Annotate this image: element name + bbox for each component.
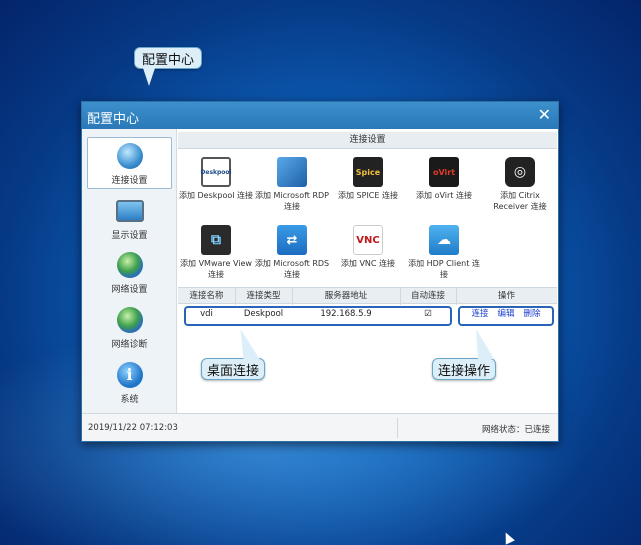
- tile-label: 添加 HDP Client 连接: [408, 259, 480, 279]
- window-titlebar[interactable]: 配置中心 ✕: [82, 102, 558, 129]
- tile-label: 添加 Deskpool 连接: [178, 191, 254, 200]
- tile-label: 添加 SPICE 连接: [338, 191, 398, 200]
- network-status: 网络状态：已连接: [481, 425, 550, 435]
- microsoft-rdp-icon: [277, 157, 307, 187]
- sidebar-item-label: 显示设置: [111, 231, 148, 241]
- tile-add-vmware-view[interactable]: ⧉ 添加 VMware View 连接: [178, 225, 254, 289]
- col-header-address: 服务器地址: [324, 291, 368, 301]
- microsoft-rds-icon: ⇄: [277, 225, 307, 255]
- col-header-actions: 操作: [497, 291, 515, 301]
- callout-connection-actions: 连接操作: [432, 329, 496, 380]
- callout-connection-actions-label: 连接操作: [437, 363, 490, 379]
- tile-add-deskpool[interactable]: Deskpool 添加 Deskpool 连接: [178, 157, 254, 221]
- tile-label: 添加 oVirt 连接: [416, 191, 472, 200]
- window-title: 配置中心: [87, 112, 140, 127]
- tile-label: 添加 VNC 连接: [340, 259, 396, 268]
- sidebar-item-connection-settings[interactable]: 连接设置: [87, 137, 172, 189]
- config-center-window: 配置中心 ✕ 连接设置 显示设置 网络设置 网络诊断 i 系统 连接设置 Des…: [81, 101, 559, 442]
- col-header-type: 连接类型: [246, 291, 281, 301]
- cell-type: Deskpool: [243, 309, 284, 319]
- spice-icon: Spice: [353, 157, 383, 187]
- deskpool-icon: Deskpool: [200, 157, 232, 187]
- section-title: 连接设置: [178, 132, 557, 149]
- auto-connect-checkbox[interactable]: ☑: [400, 306, 456, 323]
- action-delete-link[interactable]: 删除: [520, 306, 544, 323]
- table-row[interactable]: vdi Deskpool 192.168.5.9 ☑ 连接 编辑 删除: [178, 306, 557, 324]
- col-header-auto-connect: 自动连接: [410, 291, 445, 301]
- tile-label: 添加 Microsoft RDP 连接: [254, 191, 330, 211]
- action-edit-link[interactable]: 编辑: [494, 306, 518, 323]
- action-connect-link[interactable]: 连接: [468, 306, 492, 323]
- sidebar: 连接设置 显示设置 网络设置 网络诊断 i 系统: [82, 129, 177, 413]
- status-divider: [397, 418, 398, 438]
- sidebar-item-display-settings[interactable]: 显示设置: [87, 192, 172, 244]
- sidebar-item-label: 网络设置: [111, 285, 148, 295]
- network-diagnosis-icon: [116, 307, 143, 333]
- hdp-client-icon: ☁: [429, 225, 459, 255]
- status-datetime: 2019/11/22 07:12:03: [88, 423, 178, 433]
- tile-add-ovirt[interactable]: oVirt 添加 oVirt 连接: [406, 157, 482, 221]
- tile-add-hdp-client[interactable]: ☁ 添加 HDP Client 连接: [406, 225, 482, 289]
- vnc-icon: VNC: [353, 225, 383, 255]
- status-bar: 2019/11/22 07:12:03 网络状态：已连接: [82, 413, 558, 441]
- sidebar-item-network-settings[interactable]: 网络设置: [87, 247, 172, 299]
- tile-add-microsoft-rds[interactable]: ⇄ 添加 Microsoft RDS 连接: [254, 225, 330, 289]
- callout-config-center: 配置中心: [134, 47, 202, 86]
- mouse-cursor-icon: [501, 530, 515, 545]
- callout-tail: [143, 68, 155, 86]
- tile-label: 添加 Microsoft RDS 连接: [254, 259, 330, 279]
- tile-label: 添加 Citrix Receiver 连接: [493, 191, 547, 211]
- callout-desktop-connection: 桌面连接: [201, 329, 265, 380]
- connection-table-header: 连接名称 连接类型 服务器地址 自动连接 操作: [178, 287, 557, 305]
- tile-label: 添加 VMware View 连接: [180, 259, 252, 279]
- sidebar-item-label: 系统: [120, 395, 139, 405]
- citrix-receiver-icon: ◎: [505, 157, 535, 187]
- system-info-icon: i: [116, 362, 143, 388]
- col-header-name: 连接名称: [189, 291, 224, 301]
- tile-add-spice[interactable]: Spice 添加 SPICE 连接: [330, 157, 406, 221]
- sidebar-item-network-diagnosis[interactable]: 网络诊断: [87, 302, 172, 354]
- vmware-view-icon: ⧉: [201, 225, 231, 255]
- sidebar-item-label: 连接设置: [111, 176, 148, 186]
- tile-add-vnc[interactable]: VNC 添加 VNC 连接: [330, 225, 406, 289]
- tile-add-citrix-receiver[interactable]: ◎ 添加 Citrix Receiver 连接: [482, 157, 558, 221]
- connection-settings-icon: [116, 143, 143, 169]
- close-icon[interactable]: ✕: [538, 105, 551, 124]
- ovirt-icon: oVirt: [429, 157, 459, 187]
- network-settings-icon: [116, 252, 143, 278]
- callout-config-center-label: 配置中心: [141, 52, 194, 68]
- display-settings-icon: [115, 200, 144, 222]
- sidebar-item-label: 网络诊断: [111, 340, 148, 350]
- callout-desktop-connection-label: 桌面连接: [206, 363, 259, 379]
- cell-address: 192.168.5.9: [320, 309, 372, 319]
- sidebar-item-system[interactable]: i 系统: [87, 357, 172, 409]
- cell-name: vdi: [200, 309, 213, 319]
- tile-add-microsoft-rdp[interactable]: 添加 Microsoft RDP 连接: [254, 157, 330, 221]
